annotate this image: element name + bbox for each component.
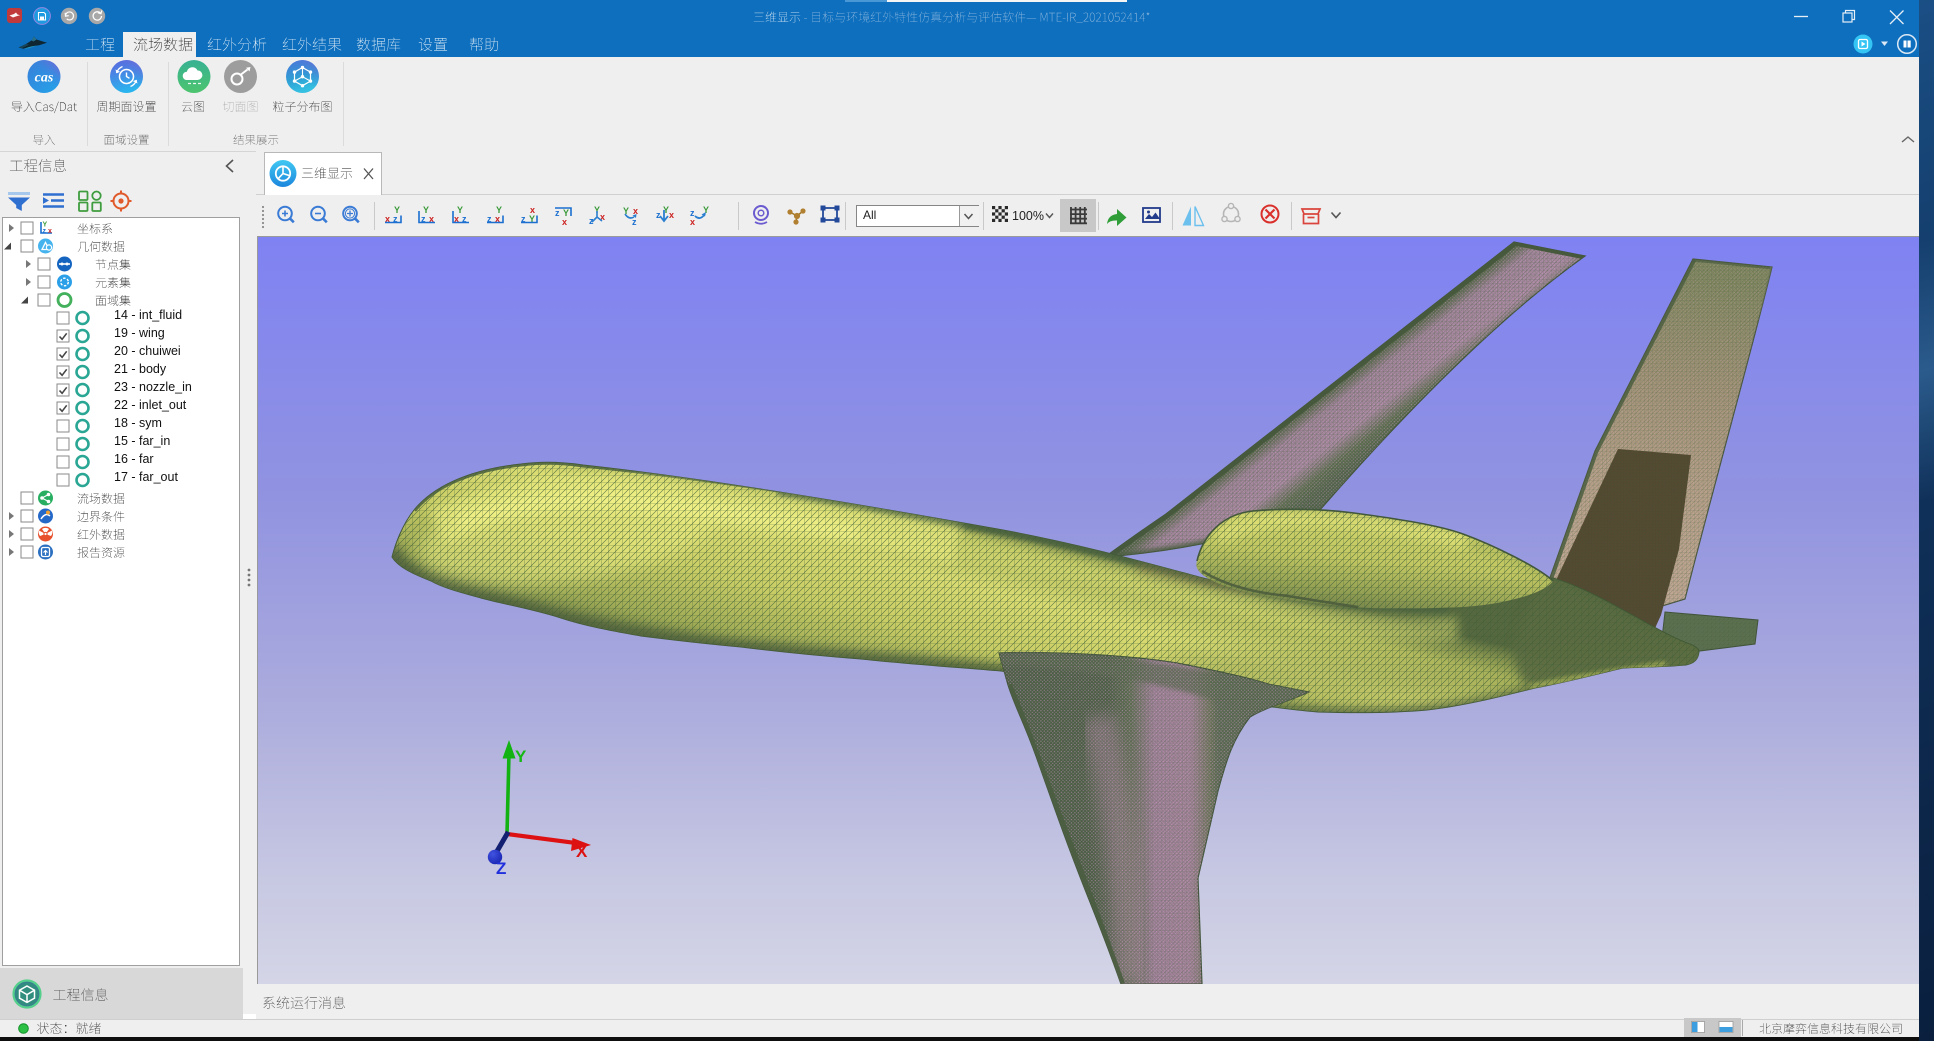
svg-text:Y: Y	[515, 747, 527, 766]
svg-text:X: X	[576, 842, 588, 861]
svg-text:Z: Z	[496, 859, 506, 878]
